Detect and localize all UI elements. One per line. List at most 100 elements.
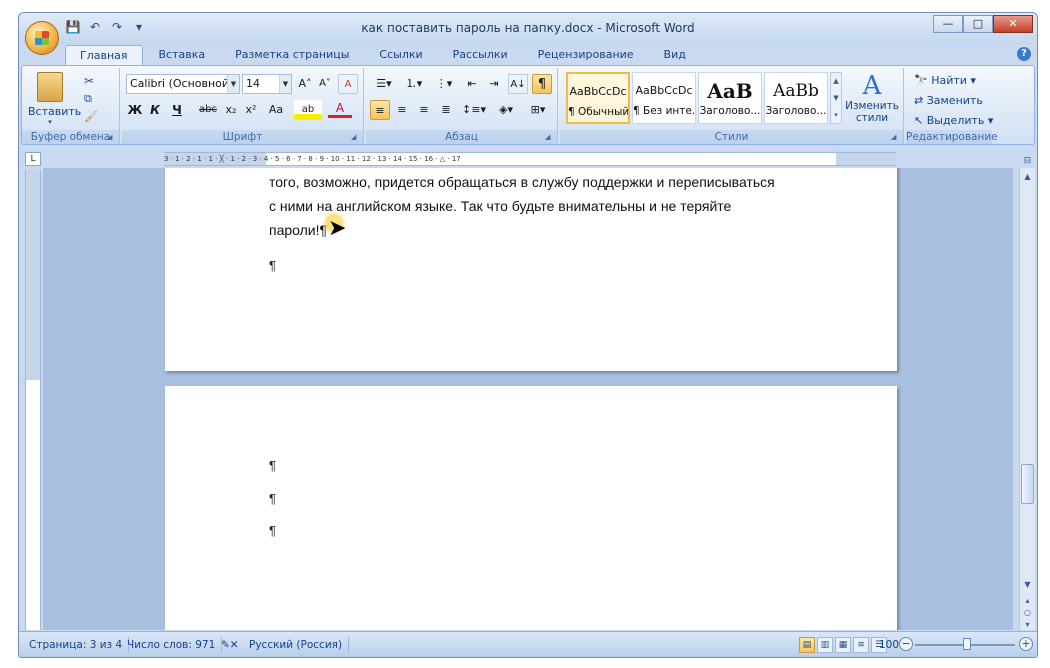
show-marks-button[interactable]: ¶ xyxy=(532,74,552,94)
text-line[interactable]: пароли!¶ xyxy=(269,222,327,238)
chevron-down-icon: ▼ xyxy=(227,75,239,93)
sort-icon[interactable]: A↓ xyxy=(508,74,528,94)
document-page-4[interactable]: ¶ ¶ ¶ xyxy=(165,386,897,630)
replace-icon: ⇄ xyxy=(914,94,924,107)
document-page-3[interactable]: того, возможно, придется обращаться в сл… xyxy=(165,168,897,371)
italic-button[interactable]: К xyxy=(146,100,164,120)
bold-button[interactable]: Ж xyxy=(126,100,144,120)
highlight-button[interactable]: ab xyxy=(294,100,322,120)
change-styles-button[interactable]: A Изменить стили xyxy=(844,72,900,124)
tab-review[interactable]: Рецензирование xyxy=(524,45,648,65)
style-heading-1[interactable]: AaB Заголово... xyxy=(698,72,762,124)
page-indicator[interactable]: Страница: 3 из 4 xyxy=(23,637,130,653)
tab-view[interactable]: Вид xyxy=(650,45,700,65)
replace-label: Заменить xyxy=(926,94,983,107)
vertical-scrollbar[interactable]: ⊟ ▲ ▼ ▴ ○ ▾ xyxy=(1019,156,1035,632)
vertical-ruler[interactable] xyxy=(25,170,41,630)
ruler-toggle-icon[interactable]: ⊟ xyxy=(1020,154,1035,168)
clipboard-launcher-icon[interactable]: ◢ xyxy=(107,133,116,142)
web-layout-icon[interactable]: ▦ xyxy=(835,637,851,653)
subscript-button[interactable]: x₂ xyxy=(222,100,240,120)
clear-formatting-button[interactable]: A xyxy=(338,74,358,94)
style-heading-2[interactable]: AaBb Заголово... xyxy=(764,72,828,124)
line-spacing-icon[interactable]: ↕≡▾ xyxy=(460,100,488,120)
clipboard-icon xyxy=(37,72,63,102)
view-buttons: ▤ ▥ ▦ ≡ ☰ xyxy=(799,637,887,653)
shrink-font-button[interactable]: A˅ xyxy=(316,74,334,94)
multilevel-list-icon[interactable]: ⋮▾ xyxy=(430,74,458,94)
numbering-icon[interactable]: ⒈▾ xyxy=(400,74,428,94)
decrease-indent-icon[interactable]: ⇤ xyxy=(462,74,482,94)
scroll-up-icon[interactable]: ▲ xyxy=(1020,170,1035,184)
change-styles-icon: A xyxy=(862,71,882,101)
zoom-out-icon[interactable]: − xyxy=(899,637,913,651)
proofing-icon[interactable]: ✎✕ xyxy=(215,637,245,653)
paragraph-group-label: Абзац xyxy=(366,130,557,144)
align-left-icon[interactable]: ≡ xyxy=(370,100,390,120)
next-page-icon[interactable]: ▾ xyxy=(1020,618,1035,632)
zoom-slider-thumb[interactable] xyxy=(963,638,971,650)
borders-icon[interactable]: ⊞▾ xyxy=(524,100,552,120)
cut-icon[interactable]: ✂ xyxy=(84,74,94,88)
tab-mailings[interactable]: Рассылки xyxy=(439,45,522,65)
horizontal-ruler[interactable]: 3 · 1 · 2 · 1 · 1 · ╳ · 1 · 2 · 3 · 4 · … xyxy=(164,152,896,166)
tab-insert[interactable]: Вставка xyxy=(145,45,220,65)
ribbon: Вставить ▾ ✂ ⧉ 🖌 Буфер обмена ◢ Calibri … xyxy=(21,65,1035,145)
shading-icon[interactable]: ◈▾ xyxy=(492,100,520,120)
format-painter-icon[interactable]: 🖌 xyxy=(84,110,98,123)
help-icon[interactable]: ? xyxy=(1017,47,1031,61)
strikethrough-button[interactable]: abc xyxy=(196,100,220,120)
align-center-icon[interactable]: ≡ xyxy=(392,100,412,120)
find-label: Найти xyxy=(931,74,967,87)
align-right-icon[interactable]: ≡ xyxy=(414,100,434,120)
paste-label: Вставить xyxy=(28,105,82,118)
underline-button[interactable]: Ч xyxy=(168,100,186,120)
status-bar: Страница: 3 из 4 Число слов: 971 ✎✕ Русс… xyxy=(19,631,1037,657)
grow-font-button[interactable]: A˄ xyxy=(296,74,314,94)
increase-indent-icon[interactable]: ⇥ xyxy=(484,74,504,94)
tab-references[interactable]: Ссылки xyxy=(365,45,436,65)
tab-home[interactable]: Главная xyxy=(65,45,143,65)
document-area[interactable]: того, возможно, придется обращаться в сл… xyxy=(43,168,1013,630)
font-size-combo[interactable]: 14 ▼ xyxy=(242,74,292,94)
zoom-slider[interactable] xyxy=(915,638,1015,650)
styles-group: AaBbCcDc ¶ Обычный AaBbCcDc ¶ Без инте..… xyxy=(560,68,904,144)
change-styles-label: Изменить стили xyxy=(845,100,899,124)
style-no-spacing[interactable]: AaBbCcDc ¶ Без инте... xyxy=(632,72,696,124)
change-case-button[interactable]: Aa xyxy=(264,100,288,120)
style-normal[interactable]: AaBbCcDc ¶ Обычный xyxy=(566,72,630,124)
maximize-button[interactable]: □ xyxy=(963,15,993,33)
minimize-button[interactable]: — xyxy=(933,15,963,33)
font-name-value: Calibri (Основной те xyxy=(130,77,240,90)
zoom-in-icon[interactable]: + xyxy=(1019,637,1033,651)
scroll-down-icon[interactable]: ▼ xyxy=(1020,578,1035,592)
language-indicator[interactable]: Русский (Россия) xyxy=(243,637,350,653)
styles-scroll[interactable]: ▲ ▼ ▾ xyxy=(830,72,842,124)
font-name-combo[interactable]: Calibri (Основной те ▼ xyxy=(126,74,240,94)
font-launcher-icon[interactable]: ◢ xyxy=(351,133,360,142)
outline-icon[interactable]: ≡ xyxy=(853,637,869,653)
paragraph-launcher-icon[interactable]: ◢ xyxy=(545,133,554,142)
full-screen-reading-icon[interactable]: ▥ xyxy=(817,637,833,653)
select-button[interactable]: ↖ Выделить ▾ xyxy=(914,112,993,130)
font-color-button[interactable]: A xyxy=(328,100,352,118)
text-line[interactable]: того, возможно, придется обращаться в сл… xyxy=(269,174,775,190)
scroll-thumb[interactable] xyxy=(1021,464,1034,504)
office-button[interactable] xyxy=(25,21,59,55)
print-layout-icon[interactable]: ▤ xyxy=(799,637,815,653)
bullets-icon[interactable]: ☰▾ xyxy=(370,74,398,94)
copy-icon[interactable]: ⧉ xyxy=(84,92,92,106)
paste-button[interactable]: Вставить ▾ xyxy=(28,72,82,126)
styles-launcher-icon[interactable]: ◢ xyxy=(891,133,900,142)
justify-icon[interactable]: ≣ xyxy=(436,100,456,120)
close-button[interactable]: ✕ xyxy=(993,15,1033,33)
word-count[interactable]: Число слов: 971 xyxy=(121,637,223,653)
paragraph-group: ☰▾ ⒈▾ ⋮▾ ⇤ ⇥ A↓ ¶ ≡ ≡ ≡ ≣ ↕≡▾ ◈▾ ⊞▾ Абза… xyxy=(366,68,558,144)
find-button[interactable]: 🔭 Найти ▾ xyxy=(914,72,976,90)
replace-button[interactable]: ⇄ Заменить xyxy=(914,92,983,110)
tab-page-layout[interactable]: Разметка страницы xyxy=(221,45,363,65)
superscript-button[interactable]: x² xyxy=(242,100,260,120)
tab-selector[interactable]: L xyxy=(25,152,41,166)
styles-group-label: Стили xyxy=(560,130,903,144)
style-sample: AaBbCcDc xyxy=(635,84,693,97)
